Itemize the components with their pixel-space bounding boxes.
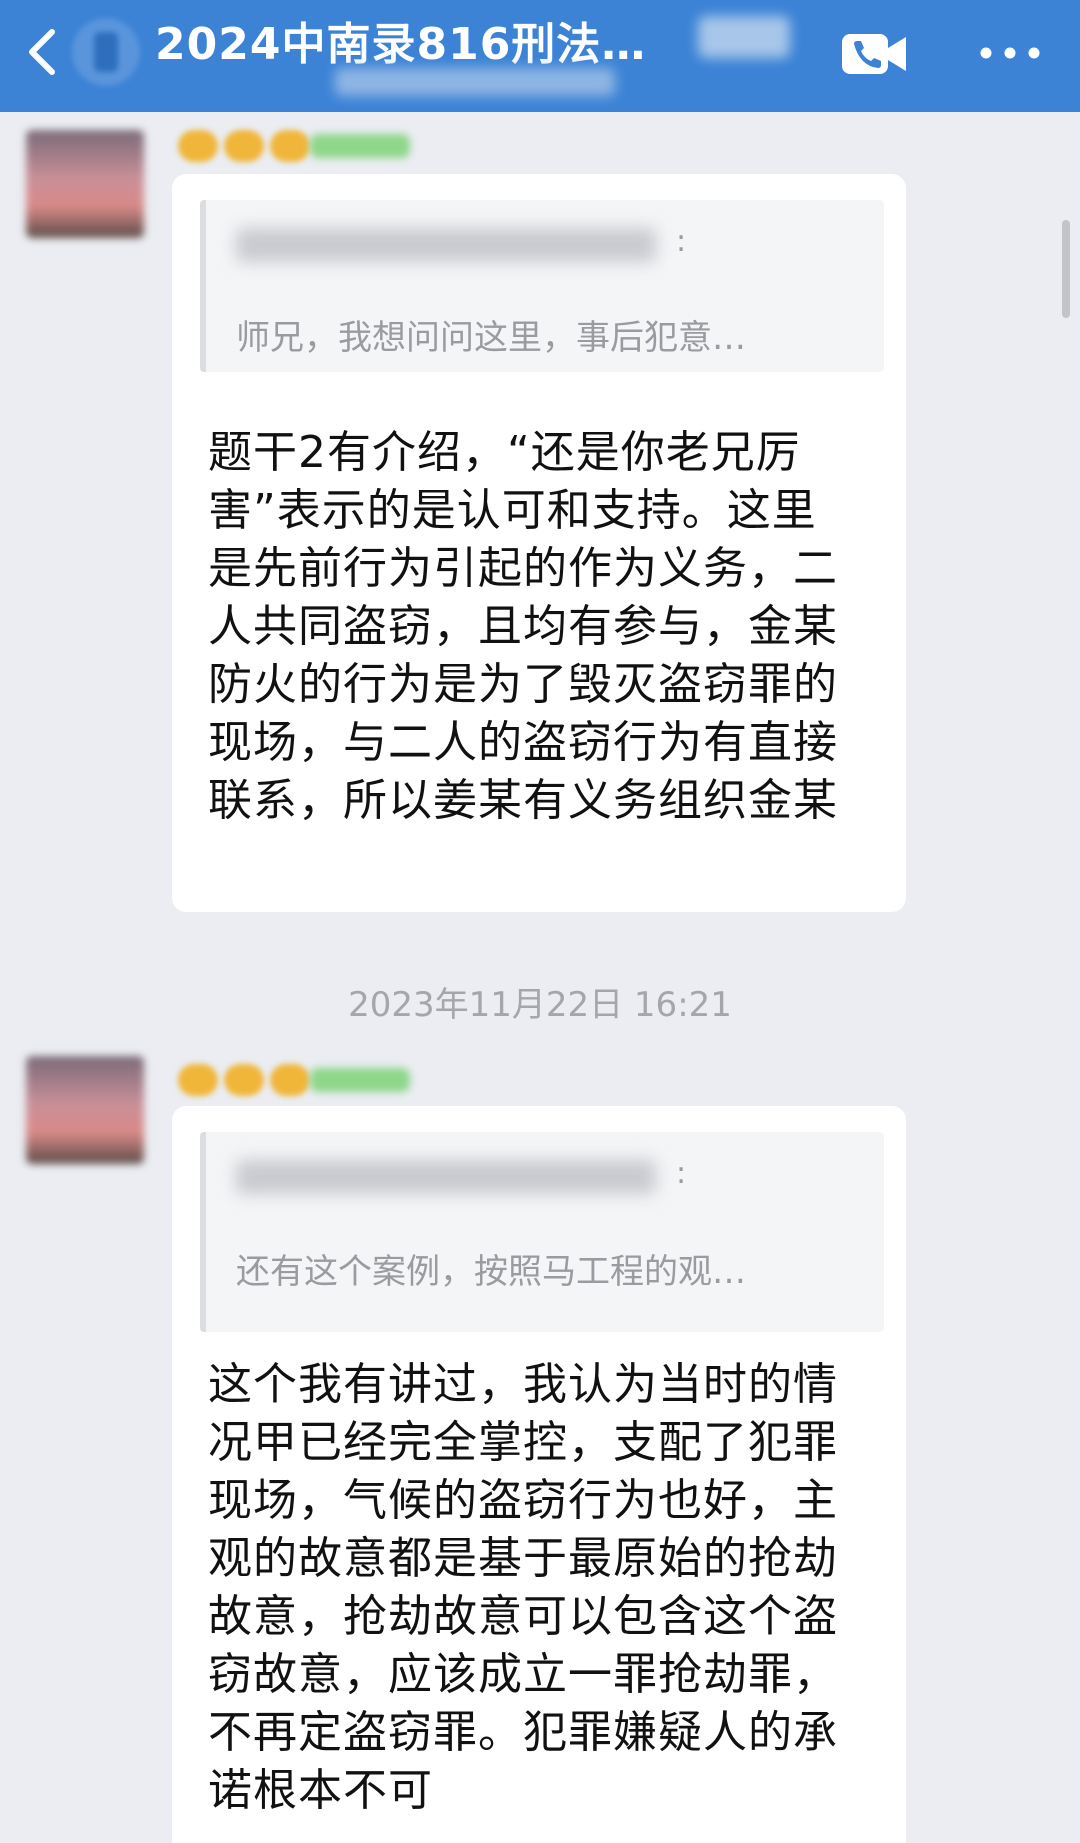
more-button[interactable] [970,30,1050,76]
message-bubble[interactable]: : 还有这个案例，按照马工程的观… 这个我有讲过，我认为当时的情况甲已经完全掌控… [172,1106,906,1843]
sender-avatar[interactable] [26,130,144,238]
chat-subtitle-blurred [335,68,615,96]
chat-screen: 2024中南录816刑法… : 师兄，我想问问这里，事后犯意… 题干2有介绍，“… [0,0,1080,1843]
message-text: 题干2有介绍，“还是你老兄厉害”表示的是认可和支持。这里是先前行为引起的作为义务… [208,427,838,826]
sender-name-blurred [178,1062,418,1096]
quote-colon: : [676,224,687,259]
member-count-blurred [698,16,790,58]
timestamp: 2023年11月22日 16:21 [348,985,732,1025]
group-avatar[interactable] [72,18,140,86]
back-button[interactable] [18,24,68,80]
sender-avatar[interactable] [26,1056,144,1164]
chat-header: 2024中南录816刑法… [0,0,1080,112]
chevron-left-icon [29,29,55,75]
message-text: 这个我有讲过，我认为当时的情况甲已经完全掌控，支配了犯罪现场，气候的盗窃行为也好… [208,1359,838,1816]
quote-text: 还有这个案例，按照马工程的观… [236,1252,746,1292]
quote-colon: : [676,1156,687,1191]
chat-title[interactable]: 2024中南录816刑法… [155,8,646,72]
sender-name-blurred [178,128,418,162]
quoted-sender-blurred [236,228,656,262]
quoted-message[interactable]: : 还有这个案例，按照马工程的观… [200,1132,884,1332]
quote-text: 师兄，我想问问这里，事后犯意… [236,318,746,358]
video-call-icon [842,34,906,74]
scrollbar[interactable] [1062,220,1070,318]
quoted-sender-blurred [236,1160,656,1194]
message-bubble[interactable]: : 师兄，我想问问这里，事后犯意… 题干2有介绍，“还是你老兄厉害”表示的是认可… [172,174,906,912]
more-dots-icon [980,47,1040,59]
video-call-button[interactable] [840,28,910,80]
quoted-message[interactable]: : 师兄，我想问问这里，事后犯意… [200,200,884,372]
